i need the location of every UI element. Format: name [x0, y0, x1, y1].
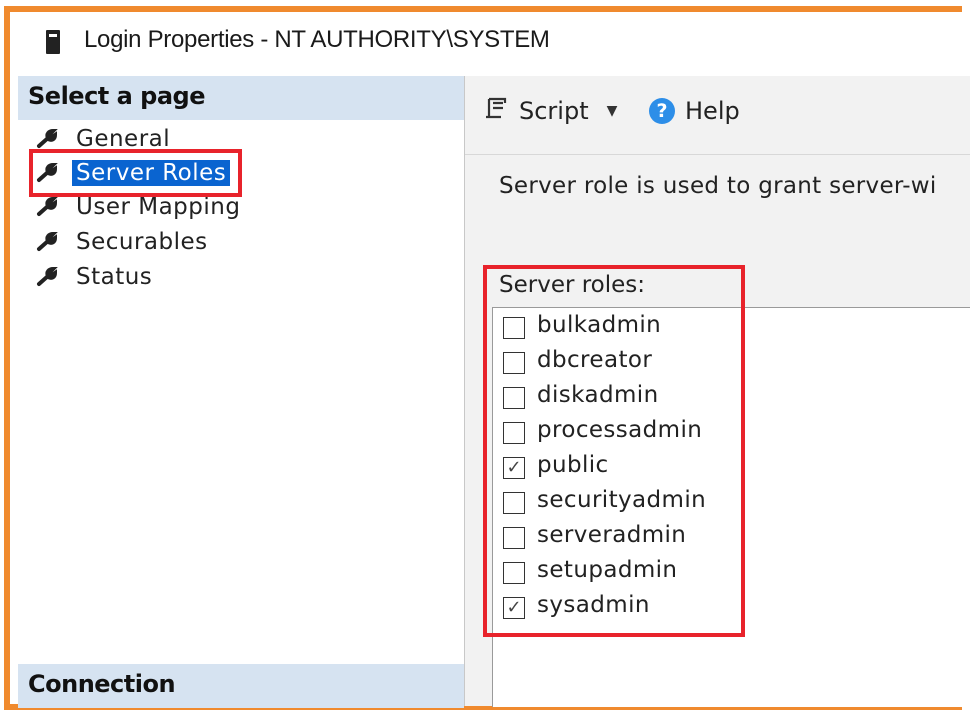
wrench-icon — [36, 163, 60, 183]
role-checkbox[interactable] — [503, 492, 525, 514]
script-icon — [483, 95, 509, 127]
wrench-icon — [36, 129, 60, 149]
role-checkbox[interactable] — [503, 562, 525, 584]
role-checkbox[interactable] — [503, 387, 525, 409]
wrench-icon — [36, 267, 60, 287]
page-item-securables[interactable]: Securables — [36, 225, 208, 259]
dropdown-arrow-icon[interactable]: ▼ — [607, 103, 618, 119]
role-label: processadmin — [537, 417, 703, 443]
page-item-user-mapping[interactable]: User Mapping — [36, 190, 240, 224]
role-label: public — [537, 452, 609, 478]
script-label: Script — [519, 97, 589, 125]
role-label: dbcreator — [537, 347, 653, 373]
role-row-public[interactable]: ✓ public — [503, 448, 609, 482]
role-row-securityadmin[interactable]: securityadmin — [503, 483, 706, 517]
role-label: bulkadmin — [537, 312, 662, 338]
wrench-icon — [36, 232, 60, 252]
help-label: Help — [685, 97, 740, 125]
description-text: Server role is used to grant server-wi — [499, 173, 937, 199]
role-label: securityadmin — [537, 487, 707, 513]
page-item-general[interactable]: General — [36, 122, 170, 156]
role-label: setupadmin — [537, 557, 678, 583]
role-checkbox-checked[interactable]: ✓ — [503, 457, 525, 479]
script-button[interactable]: Script ▼ — [483, 94, 617, 128]
page-label-user-mapping: User Mapping — [76, 194, 241, 220]
select-page-header: Select a page — [18, 76, 464, 120]
role-row-serveradmin[interactable]: serveradmin — [503, 518, 686, 552]
page-item-status[interactable]: Status — [36, 260, 152, 294]
content-area: Server role is used to grant server-wi S… — [465, 155, 970, 707]
server-icon — [46, 30, 60, 54]
role-checkbox[interactable] — [503, 317, 525, 339]
role-row-setupadmin[interactable]: setupadmin — [503, 553, 677, 587]
page-label-status: Status — [76, 264, 153, 290]
page-item-server-roles[interactable]: Server Roles — [36, 156, 231, 190]
role-checkbox[interactable] — [503, 527, 525, 549]
role-label: serveradmin — [537, 522, 687, 548]
window-title: Login Properties - NT AUTHORITY\SYSTEM — [84, 26, 550, 53]
role-label: sysadmin — [537, 592, 650, 618]
connection-header: Connection — [18, 664, 464, 708]
role-row-bulkadmin[interactable]: bulkadmin — [503, 308, 661, 342]
role-row-dbcreator[interactable]: dbcreator — [503, 343, 652, 377]
page-selector-panel: Select a page General Server Roles User … — [18, 76, 465, 708]
role-checkbox-checked[interactable]: ✓ — [503, 597, 525, 619]
wrench-icon — [36, 197, 60, 217]
server-roles-list[interactable]: bulkadmin dbcreator diskadmin processadm… — [492, 307, 970, 707]
page-label-server-roles: Server Roles — [72, 160, 231, 186]
title-bar: Login Properties - NT AUTHORITY\SYSTEM — [18, 12, 970, 74]
main-panel: Script ▼ ? Help Server role is used to g… — [465, 76, 970, 707]
role-row-processadmin[interactable]: processadmin — [503, 413, 702, 447]
page-label-securables: Securables — [76, 229, 208, 255]
role-label: diskadmin — [537, 382, 659, 408]
page-label-general: General — [76, 126, 171, 152]
help-icon: ? — [649, 98, 675, 124]
server-roles-label: Server roles: — [499, 272, 646, 298]
role-row-sysadmin[interactable]: ✓ sysadmin — [503, 588, 650, 622]
role-row-diskadmin[interactable]: diskadmin — [503, 378, 659, 412]
help-button[interactable]: ? Help — [649, 94, 740, 128]
role-checkbox[interactable] — [503, 352, 525, 374]
role-checkbox[interactable] — [503, 422, 525, 444]
toolbar: Script ▼ ? Help — [465, 76, 970, 155]
